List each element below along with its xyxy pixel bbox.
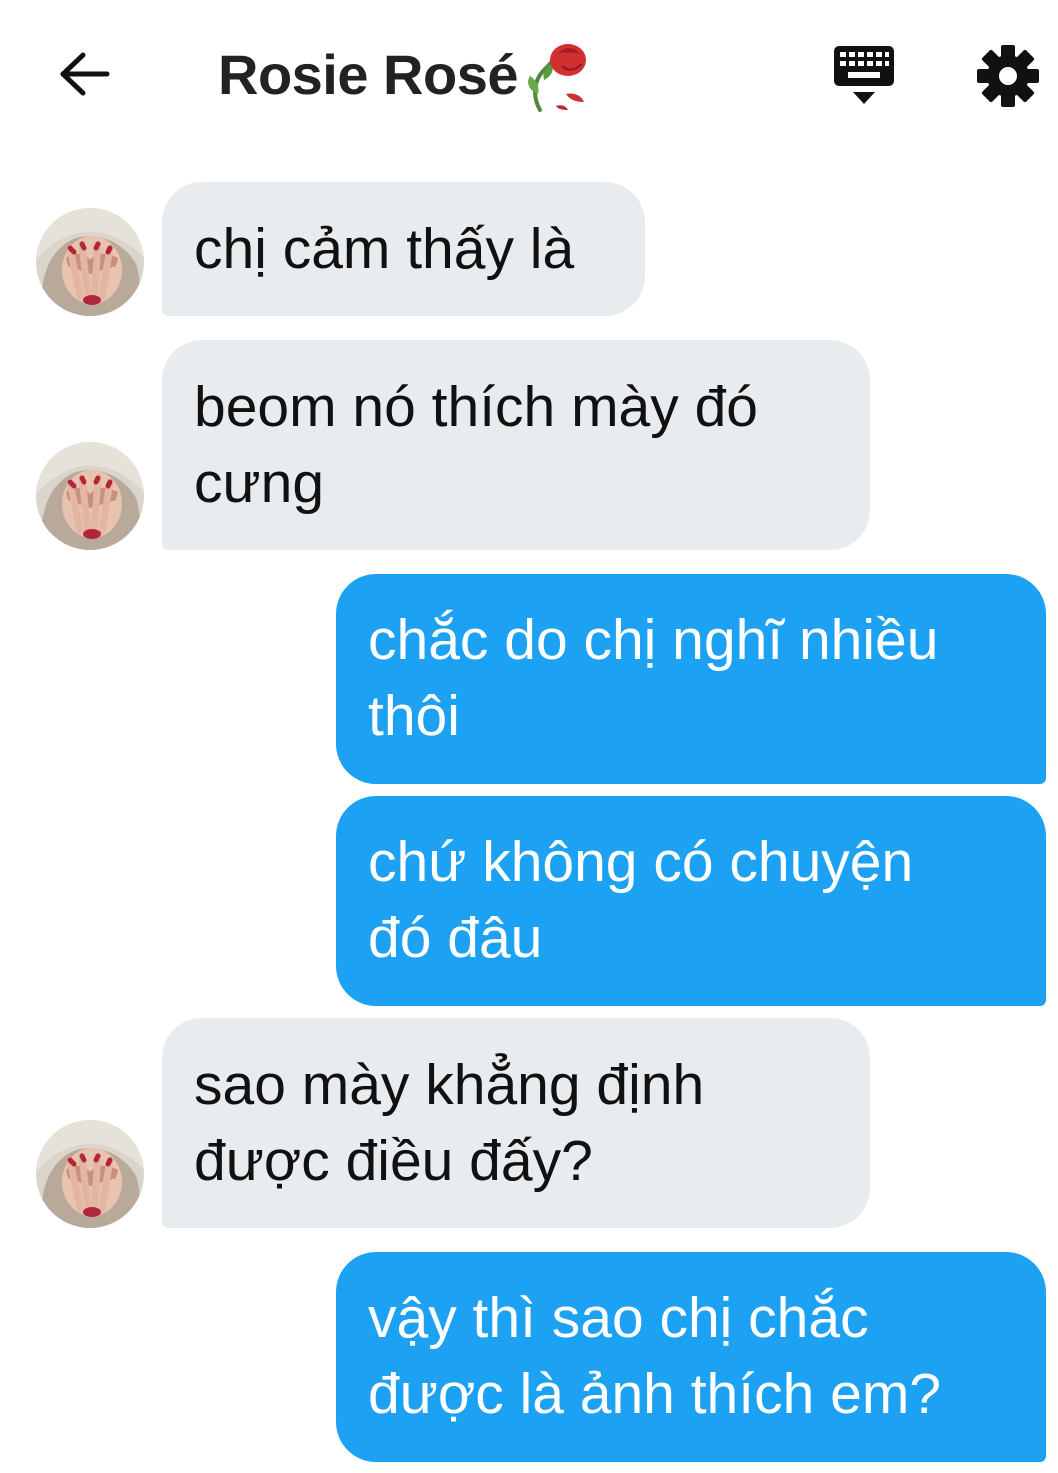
wilted-rose-icon bbox=[528, 44, 586, 112]
message-bubble-outgoing[interactable]: chứ không có chuyện đó đâu bbox=[336, 796, 1046, 1006]
message-bubble-incoming[interactable]: beom nó thích mày đó cưng bbox=[162, 340, 870, 550]
keyboard-button[interactable] bbox=[830, 40, 900, 110]
avatar-photo bbox=[36, 208, 144, 316]
chat-header: Rosie Rosé bbox=[0, 0, 1058, 150]
arrow-left-icon bbox=[60, 52, 110, 96]
avatar-photo bbox=[36, 1120, 144, 1228]
avatar-photo bbox=[36, 442, 144, 550]
contact-name: Rosie Rosé bbox=[218, 42, 519, 106]
gear-icon bbox=[977, 45, 1039, 107]
message-bubble-outgoing[interactable]: vậy thì sao chị chắc được là ảnh thích e… bbox=[336, 1252, 1046, 1462]
message-bubble-outgoing[interactable]: chắc do chị nghĩ nhiều thôi bbox=[336, 574, 1046, 784]
message-bubble-incoming[interactable]: sao mày khẳng định được điều đấy? bbox=[162, 1018, 870, 1228]
contact-avatar[interactable] bbox=[36, 442, 144, 550]
message-bubble-incoming[interactable]: chị cảm thấy là bbox=[162, 182, 645, 316]
conversation-title: Rosie Rosé bbox=[218, 36, 592, 112]
contact-avatar[interactable] bbox=[36, 208, 144, 316]
settings-button[interactable] bbox=[972, 40, 1044, 112]
contact-avatar[interactable] bbox=[36, 1120, 144, 1228]
back-button[interactable] bbox=[50, 42, 118, 106]
keyboard-icon bbox=[834, 46, 894, 104]
